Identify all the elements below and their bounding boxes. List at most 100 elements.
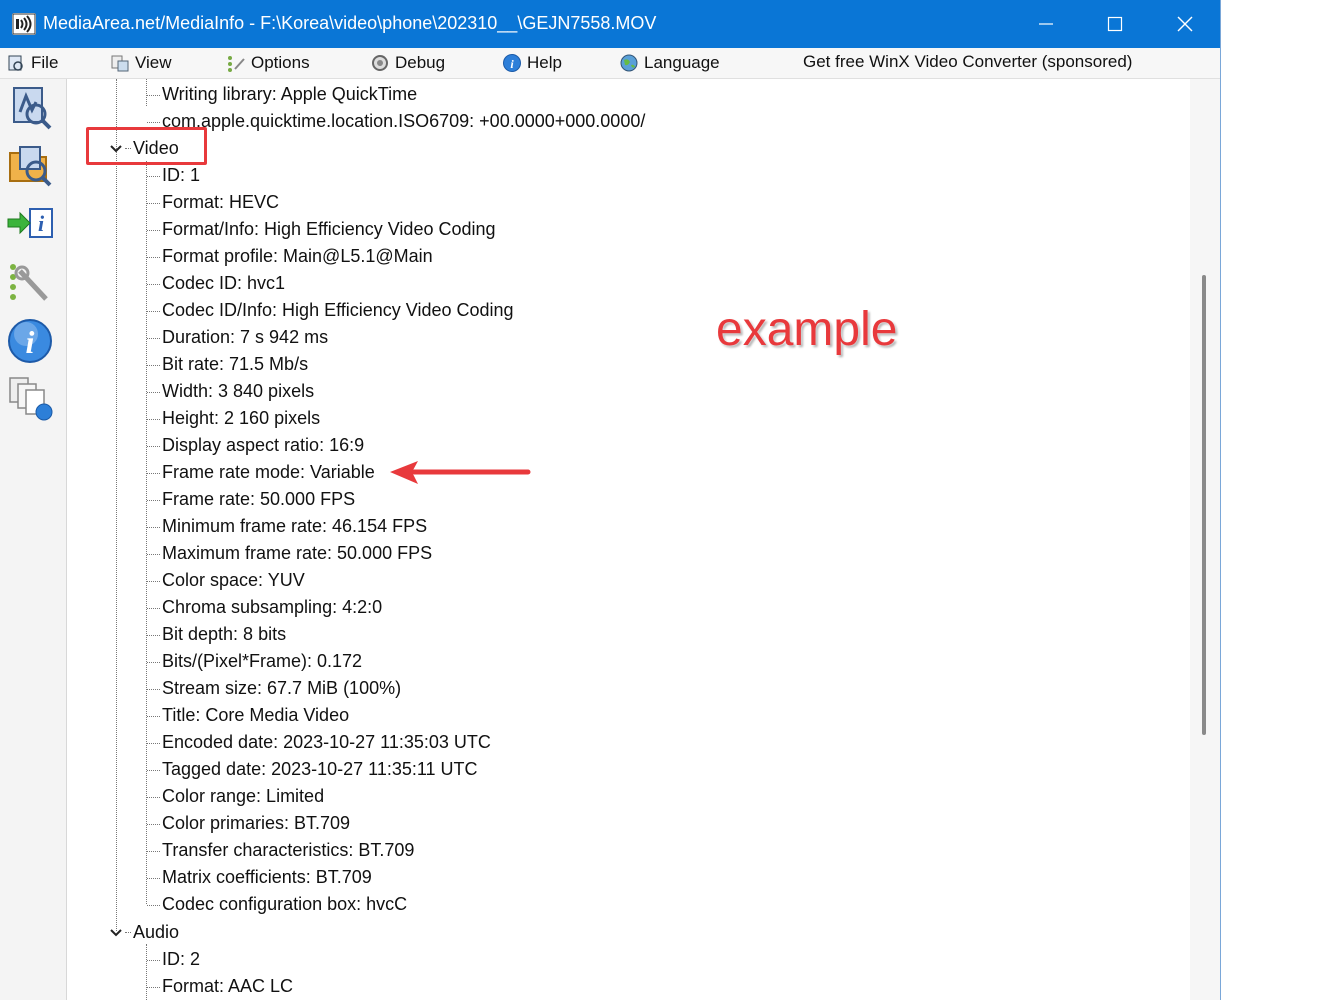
- view-icon: [111, 55, 129, 72]
- tree-item[interactable]: Format: AAC LC: [162, 973, 293, 1000]
- preferences-button[interactable]: [6, 259, 56, 309]
- menu-file-label: File: [31, 53, 59, 72]
- tree-connector: [147, 230, 160, 231]
- tree-connector: [147, 365, 160, 366]
- minimize-button[interactable]: [1011, 0, 1081, 48]
- about-icon: i: [8, 319, 52, 363]
- tree-connector: [147, 824, 160, 825]
- tree-item[interactable]: Maximum frame rate: 50.000 FPS: [162, 540, 432, 567]
- tree-connector: [147, 608, 160, 609]
- tree-item[interactable]: Color primaries: BT.709: [162, 810, 350, 837]
- tree-item[interactable]: Codec ID: hvc1: [162, 270, 285, 297]
- help-icon: i: [503, 54, 521, 72]
- tree-item[interactable]: Encoded date: 2023-10-27 11:35:03 UTC: [162, 729, 491, 756]
- tree-item[interactable]: Bit depth: 8 bits: [162, 621, 286, 648]
- tree-connector: [147, 716, 160, 717]
- tree-item[interactable]: Transfer characteristics: BT.709: [162, 837, 414, 864]
- debug-icon: [372, 55, 388, 71]
- tree-connector: [147, 581, 160, 582]
- tree-item[interactable]: Matrix coefficients: BT.709: [162, 864, 372, 891]
- tree-item[interactable]: Stream size: 67.7 MiB (100%): [162, 675, 401, 702]
- menu-options[interactable]: Options: [226, 51, 310, 75]
- tree-connector: [147, 662, 160, 663]
- title-bar[interactable]: MediaArea.net/MediaInfo - F:\Korea\video…: [0, 0, 1220, 48]
- maximize-button[interactable]: [1080, 0, 1150, 48]
- tree-item[interactable]: Tagged date: 2023-10-27 11:35:11 UTC: [162, 756, 478, 783]
- tree-connector: [125, 932, 131, 933]
- tree-connector: [147, 311, 160, 312]
- tree-guide-line: [146, 79, 147, 106]
- menu-view[interactable]: View: [110, 51, 172, 75]
- left-toolbar: i i: [0, 79, 67, 1000]
- tree-item[interactable]: Minimum frame rate: 46.154 FPS: [162, 513, 427, 540]
- export-button[interactable]: i: [6, 199, 56, 249]
- tree-item[interactable]: com.apple.quicktime.location.ISO6709: +0…: [162, 108, 645, 135]
- tree-item[interactable]: Color range: Limited: [162, 783, 324, 810]
- example-annotation: example: [716, 303, 898, 356]
- tree-item[interactable]: Duration: 7 s 942 ms: [162, 324, 328, 351]
- scrollbar-thumb[interactable]: [1202, 275, 1206, 735]
- tree-guide-line: [146, 944, 147, 1000]
- tree-item[interactable]: Format: HEVC: [162, 189, 279, 216]
- menu-language-label: Language: [644, 53, 720, 72]
- preferences-icon: [10, 264, 48, 301]
- minimize-icon: [1039, 23, 1053, 25]
- tree-connector: [147, 392, 160, 393]
- svg-text:i: i: [38, 211, 45, 236]
- tree-item[interactable]: ID: 1: [162, 162, 200, 189]
- mediainfo-app-icon: [12, 13, 36, 35]
- info-tree[interactable]: Writing library: Apple QuickTime com.appl…: [67, 79, 1190, 1000]
- window-title: MediaArea.net/MediaInfo - F:\Korea\video…: [43, 13, 657, 33]
- tree-section-audio[interactable]: Audio: [133, 919, 179, 946]
- audio-collapse-chevron-icon[interactable]: [109, 928, 123, 938]
- tree-connector: [147, 338, 160, 339]
- sponsor-link[interactable]: Get free WinX Video Converter (sponsored…: [803, 52, 1132, 72]
- tree-item[interactable]: ID: 2: [162, 946, 200, 973]
- open-folder-icon: [9, 146, 52, 187]
- tree-item[interactable]: Display aspect ratio: 16:9: [162, 432, 364, 459]
- tree-item[interactable]: Codec ID/Info: High Efficiency Video Cod…: [162, 297, 514, 324]
- svg-text:i: i: [26, 324, 35, 360]
- maximize-icon: [1107, 16, 1123, 32]
- about-button[interactable]: i: [6, 316, 56, 366]
- tree-connector: [147, 257, 160, 258]
- menu-file[interactable]: File: [6, 51, 58, 75]
- tree-item[interactable]: Title: Core Media Video: [162, 702, 349, 729]
- tree-guide-line: [146, 161, 147, 904]
- vertical-scrollbar[interactable]: [1190, 79, 1220, 1000]
- open-file-button[interactable]: [6, 82, 56, 132]
- tree-item[interactable]: Height: 2 160 pixels: [162, 405, 320, 432]
- menu-options-label: Options: [251, 53, 310, 72]
- open-folder-button[interactable]: [6, 139, 56, 189]
- menu-help[interactable]: i Help: [502, 51, 562, 75]
- tree-item[interactable]: Frame rate mode: Variable: [162, 459, 375, 486]
- tree-item[interactable]: Format profile: Main@L5.1@Main: [162, 243, 433, 270]
- close-button[interactable]: [1150, 0, 1220, 48]
- tree-connector: [147, 851, 160, 852]
- tree-item[interactable]: Writing library: Apple QuickTime: [162, 81, 417, 108]
- tree-item[interactable]: Format/Info: High Efficiency Video Codin…: [162, 216, 496, 243]
- tree-item[interactable]: Bit rate: 71.5 Mb/s: [162, 351, 308, 378]
- tree-item[interactable]: Codec configuration box: hvcC: [162, 891, 407, 918]
- copy-icon: [9, 377, 53, 421]
- tree-connector: [147, 176, 160, 177]
- tree-item[interactable]: Bits/(Pixel*Frame): 0.172: [162, 648, 362, 675]
- tree-item[interactable]: Color space: YUV: [162, 567, 305, 594]
- tree-connector: [147, 987, 160, 988]
- options-icon: [228, 56, 245, 72]
- tree-connector: [147, 203, 160, 204]
- open-file-icon: [13, 87, 52, 130]
- menu-language[interactable]: Language: [619, 51, 720, 75]
- file-icon: [8, 55, 23, 71]
- menu-debug-label: Debug: [395, 53, 446, 72]
- tree-connector: [147, 797, 160, 798]
- tree-item[interactable]: Chroma subsampling: 4:2:0: [162, 594, 382, 621]
- menu-debug[interactable]: Debug: [370, 51, 445, 75]
- menu-help-label: Help: [527, 53, 562, 72]
- tree-item[interactable]: Width: 3 840 pixels: [162, 378, 314, 405]
- copy-button[interactable]: [6, 374, 56, 424]
- tree-item[interactable]: Frame rate: 50.000 FPS: [162, 486, 355, 513]
- tree-connector: [147, 419, 160, 420]
- tree-guide-line: [116, 79, 117, 931]
- tree-connector: [147, 500, 160, 501]
